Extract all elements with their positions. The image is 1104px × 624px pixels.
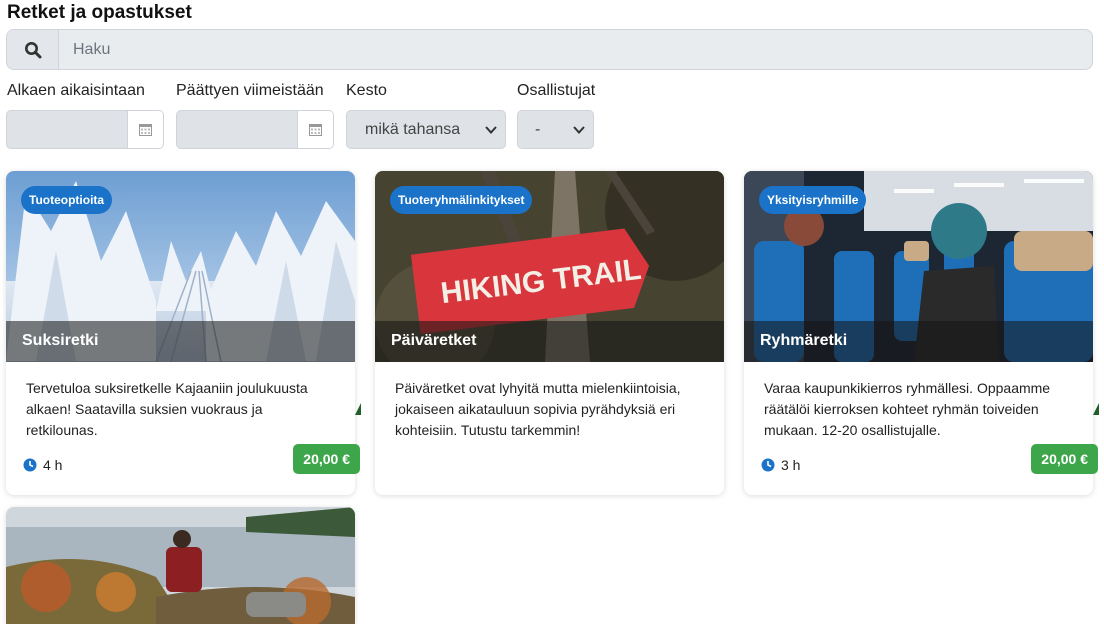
participants-select-value: - — [535, 120, 541, 138]
duration-label: Kesto — [346, 82, 387, 99]
card-description: Varaa kaupunkikierros ryhmällesi. Oppaam… — [764, 380, 1051, 438]
clock-icon — [23, 458, 37, 472]
end-date-input[interactable] — [177, 111, 297, 148]
card-image — [6, 507, 355, 624]
duration-info: 3 h — [761, 457, 800, 473]
card-description: Tervetuloa suksiretkelle Kajaaniin joulu… — [26, 380, 308, 438]
start-date-label: Alkaen aikaisintaan — [7, 82, 145, 99]
price-ribbon-fold — [355, 403, 361, 415]
tour-card[interactable]: Tuoteoptioita Suksiretki Tervetuloa suks… — [6, 171, 361, 495]
end-date-label: Päättyen viimeistään — [176, 82, 324, 99]
duration-select[interactable]: mikä tahansa — [346, 110, 506, 149]
price-tag: 20,00 € — [293, 444, 360, 474]
card-title[interactable]: Suksiretki — [6, 321, 355, 362]
category-badge: Tuoteryhmälinkitykset — [390, 186, 533, 214]
clock-icon — [761, 458, 775, 472]
participants-select[interactable]: - — [517, 110, 594, 149]
search-input[interactable] — [59, 30, 1092, 69]
search-button[interactable] — [7, 30, 59, 69]
calendar-icon — [139, 124, 152, 136]
end-date-field[interactable] — [176, 110, 334, 149]
price-ribbon-fold — [1093, 403, 1099, 415]
chevron-down-icon — [485, 125, 497, 134]
card-title[interactable]: Päiväretket — [375, 321, 724, 362]
start-date-field[interactable] — [6, 110, 164, 149]
card-title[interactable]: Ryhmäretki — [744, 321, 1093, 362]
category-badge: Yksityisryhmille — [759, 186, 867, 214]
participants-label: Osallistujat — [517, 82, 596, 99]
lake-hiker-photo — [6, 507, 355, 624]
card-image: Yksityisryhmille Ryhmäretki — [744, 171, 1093, 362]
duration-select-value: mikä tahansa — [365, 120, 461, 138]
chevron-down-icon — [573, 125, 585, 134]
card-image: Tuoteoptioita Suksiretki — [6, 171, 355, 362]
tour-card[interactable] — [6, 507, 355, 624]
card-description: Päiväretket ovat lyhyitä mutta mielenkii… — [395, 380, 681, 438]
price-tag: 20,00 € — [1031, 444, 1098, 474]
duration-info: 4 h — [23, 457, 62, 473]
search-icon — [24, 41, 41, 58]
tour-card[interactable]: Yksityisryhmille Ryhmäretki Varaa kaupun… — [744, 171, 1099, 495]
start-date-input[interactable] — [7, 111, 127, 148]
search-bar — [6, 29, 1093, 70]
duration-text: 4 h — [43, 457, 63, 473]
page-title: Retket ja opastukset — [7, 2, 192, 23]
calendar-button[interactable] — [297, 111, 333, 148]
calendar-button[interactable] — [127, 111, 163, 148]
duration-text: 3 h — [781, 457, 801, 473]
tour-card[interactable]: HIKING TRAIL Tuoteryhmälinkitykset Päivä… — [375, 171, 724, 495]
card-image: HIKING TRAIL Tuoteryhmälinkitykset Päivä… — [375, 171, 724, 362]
category-badge: Tuoteoptioita — [21, 186, 113, 214]
calendar-icon — [309, 124, 322, 136]
